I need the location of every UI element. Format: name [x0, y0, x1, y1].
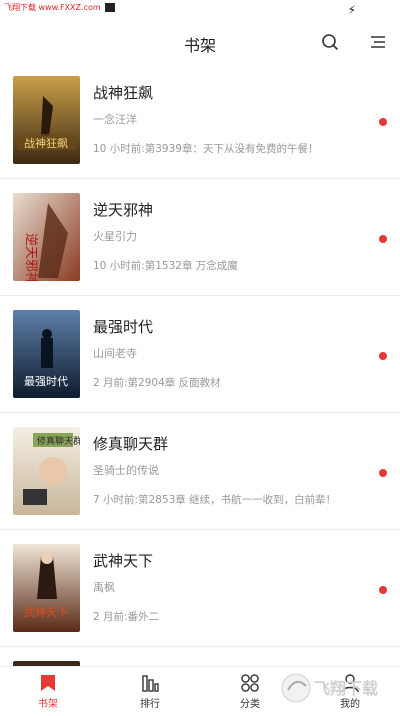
book-update: 7 小时前:第2853章 继续，书航一一收到，白前辈！	[93, 492, 336, 507]
book-cover: 修真聊天群	[13, 427, 80, 515]
tab-label: 书架	[8, 695, 88, 710]
book-title: 修真聊天群	[93, 433, 168, 454]
book-update: 10 小时前:第1532章 万念成魔	[93, 258, 238, 273]
sim-icon	[105, 3, 115, 12]
bar-chart-icon	[140, 673, 160, 693]
unread-dot	[379, 352, 387, 360]
svg-text:武神天下: 武神天下	[24, 605, 68, 619]
unread-dot	[379, 118, 387, 126]
svg-text:逆天邪神: 逆天邪神	[23, 233, 39, 281]
tab-ranking[interactable]: 排行	[110, 667, 190, 713]
book-cover: 最强时代	[13, 310, 80, 398]
book-title: 最强时代	[93, 316, 153, 337]
book-update: 2 月前:第2904章 反面教材	[93, 375, 221, 390]
book-cover: 逆天邪神	[13, 193, 80, 281]
book-update: 10 小时前:第3939章：天下从没有免费的午餐！	[93, 141, 318, 156]
status-bar: 飞翔下载 www.FXXZ.com ⚡	[0, 0, 400, 24]
svg-text:飞翔下载: 飞翔下载	[314, 679, 378, 698]
tab-label: 排行	[110, 695, 190, 710]
book-update: 2 月前:番外二	[93, 609, 159, 624]
book-author: 火星引力	[93, 228, 137, 244]
unread-dot	[379, 469, 387, 477]
book-item[interactable]: 逆天邪神 逆天邪神 火星引力 10 小时前:第1532章 万念成魔	[0, 179, 400, 296]
grid-circles-icon	[240, 673, 260, 693]
status-left: 飞翔下载 www.FXXZ.com	[4, 2, 115, 13]
book-cover: 武神天下	[13, 544, 80, 632]
menu-icon	[366, 30, 390, 54]
book-title: 武神天下	[93, 550, 153, 571]
book-author: 禹枫	[93, 579, 115, 595]
book-title: 逆天邪神	[93, 199, 153, 220]
book-title: 战神狂飙	[93, 82, 153, 103]
book-author: 山间老寺	[93, 345, 137, 361]
watermark-badge: 飞翔下载 www.FXXZ.com	[4, 2, 101, 13]
unread-dot	[379, 235, 387, 243]
book-cover: 战神狂飙	[13, 76, 80, 164]
bookmark-icon	[38, 673, 58, 693]
tab-bookshelf[interactable]: 书架	[8, 667, 88, 713]
header: 书架	[0, 24, 400, 62]
book-item[interactable]: 修真聊天群 修真聊天群 圣骑士的传说 7 小时前:第2853章 继续，书航一一收…	[0, 413, 400, 530]
unread-dot	[379, 586, 387, 594]
book-author: 一念汪洋	[93, 111, 137, 127]
search-button[interactable]	[318, 30, 342, 54]
book-author: 圣骑士的传说	[93, 462, 159, 478]
site-watermark: 飞翔下载	[278, 666, 400, 712]
svg-text:修真聊天群: 修真聊天群	[37, 435, 80, 447]
svg-text:最强时代: 最强时代	[24, 375, 68, 388]
book-item[interactable]: 战神狂飙 战神狂飙 一念汪洋 10 小时前:第3939章：天下从没有免费的午餐！	[0, 62, 400, 179]
bookshelf-list: 战神狂飙 战神狂飙 一念汪洋 10 小时前:第3939章：天下从没有免费的午餐！…	[0, 62, 400, 687]
book-item[interactable]: 最强时代 最强时代 山间老寺 2 月前:第2904章 反面教材	[0, 296, 400, 413]
menu-button[interactable]	[366, 30, 390, 54]
svg-text:战神狂飙: 战神狂飙	[24, 136, 68, 150]
search-icon	[318, 30, 342, 54]
charging-icon: ⚡	[348, 3, 356, 17]
book-item[interactable]: 武神天下 武神天下 禹枫 2 月前:番外二	[0, 530, 400, 647]
